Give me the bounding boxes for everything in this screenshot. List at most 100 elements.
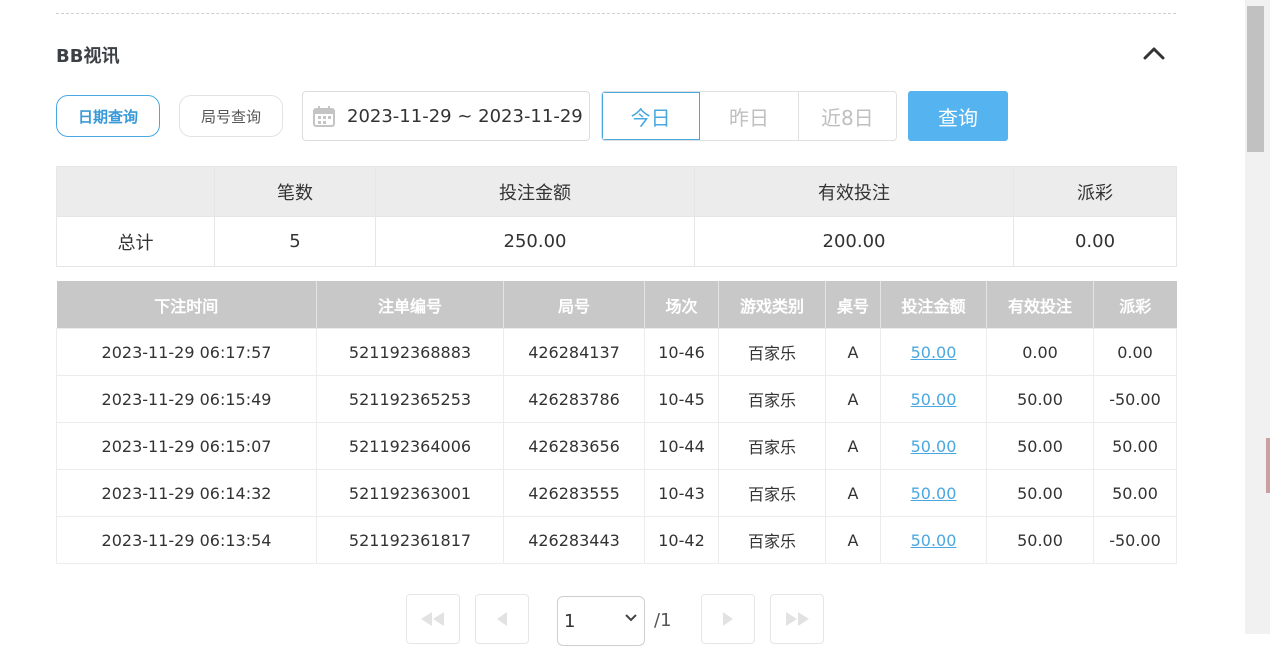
bet-round-id: 426283786 — [503, 375, 645, 423]
summary-bet: 250.00 — [375, 216, 695, 267]
bet-amount-cell: 50.00 — [880, 422, 987, 470]
bets-header: 注单编号 — [316, 281, 504, 329]
bet-table: A — [825, 516, 881, 564]
summary-header: 有效投注 — [694, 166, 1014, 217]
table-row: 2023-11-29 06:17:57 521192368883 4262841… — [56, 328, 1177, 376]
bets-header: 投注金额 — [880, 281, 987, 329]
bet-time: 2023-11-29 06:13:54 — [56, 516, 317, 564]
bet-payout: -50.00 — [1093, 516, 1177, 564]
quick-date-group: 今日 昨日 近8日 — [601, 91, 897, 141]
bet-payout: -50.00 — [1093, 375, 1177, 423]
summary-table: 笔数 投注金额 有效投注 派彩 总计 5 250.00 200.00 0.00 — [56, 166, 1177, 267]
bet-table: A — [825, 422, 881, 470]
summary-payout: 0.00 — [1013, 216, 1177, 267]
bet-game-type: 百家乐 — [718, 422, 826, 470]
bet-order-id: 521192361817 — [316, 516, 504, 564]
quick-today-button[interactable]: 今日 — [602, 92, 701, 140]
round-query-button[interactable]: 局号查询 — [179, 95, 283, 137]
query-button[interactable]: 查询 — [908, 91, 1008, 141]
bets-header: 有效投注 — [986, 281, 1094, 329]
date-range-input[interactable]: 2023-11-29 ~ 2023-11-29 — [302, 91, 590, 141]
bet-session: 10-43 — [644, 469, 719, 517]
bet-payout: 50.00 — [1093, 422, 1177, 470]
bet-order-id: 521192363001 — [316, 469, 504, 517]
bet-game-type: 百家乐 — [718, 516, 826, 564]
bets-header: 下注时间 — [56, 281, 317, 329]
double-chevron-right-icon — [786, 612, 809, 626]
prev-page-button[interactable] — [475, 594, 529, 644]
top-divider — [56, 13, 1176, 14]
bet-order-id: 521192364006 — [316, 422, 504, 470]
date-range-value: 2023-11-29 ~ 2023-11-29 — [347, 105, 583, 127]
chevron-left-icon — [497, 612, 507, 626]
bet-amount-cell: 50.00 — [880, 328, 987, 376]
table-row: 2023-11-29 06:13:54 521192361817 4262834… — [56, 516, 1177, 564]
summary-header-row: 笔数 投注金额 有效投注 派彩 — [56, 166, 1177, 217]
summary-total-row: 总计 5 250.00 200.00 0.00 — [56, 216, 1177, 267]
bet-valid: 50.00 — [986, 516, 1094, 564]
page-select[interactable]: 1 — [557, 596, 645, 646]
page-total: /1 — [654, 610, 672, 631]
summary-header: 派彩 — [1013, 166, 1177, 217]
bet-amount-cell: 50.00 — [880, 375, 987, 423]
first-page-button[interactable] — [406, 594, 460, 644]
bet-payout: 0.00 — [1093, 328, 1177, 376]
chevron-down-icon — [625, 614, 637, 622]
quick-last8-button[interactable]: 近8日 — [799, 92, 896, 140]
bet-amount-link[interactable]: 50.00 — [911, 390, 957, 409]
bet-session: 10-45 — [644, 375, 719, 423]
bet-payout: 50.00 — [1093, 469, 1177, 517]
summary-header: 投注金额 — [375, 166, 695, 217]
bets-header: 局号 — [503, 281, 645, 329]
bet-order-id: 521192365253 — [316, 375, 504, 423]
bet-table: A — [825, 375, 881, 423]
bet-amount-link[interactable]: 50.00 — [911, 343, 957, 362]
double-chevron-left-icon — [421, 612, 444, 626]
bet-game-type: 百家乐 — [718, 375, 826, 423]
bet-amount-cell: 50.00 — [880, 469, 987, 517]
edge-strip — [1266, 438, 1270, 493]
bet-round-id: 426283443 — [503, 516, 645, 564]
bets-header: 场次 — [644, 281, 719, 329]
chevron-right-icon — [723, 612, 733, 626]
table-row: 2023-11-29 06:15:07 521192364006 4262836… — [56, 422, 1177, 470]
bet-amount-link[interactable]: 50.00 — [911, 531, 957, 550]
summary-label: 总计 — [56, 216, 215, 267]
last-page-button[interactable] — [770, 594, 824, 644]
table-row: 2023-11-29 06:14:32 521192363001 4262835… — [56, 469, 1177, 517]
calendar-icon — [313, 106, 335, 127]
bet-round-id: 426283555 — [503, 469, 645, 517]
bet-amount-cell: 50.00 — [880, 516, 987, 564]
bets-table: 下注时间 注单编号 局号 场次 游戏类别 桌号 投注金额 有效投注 派彩 202… — [56, 281, 1177, 564]
bet-session: 10-46 — [644, 328, 719, 376]
date-query-button[interactable]: 日期查询 — [56, 95, 160, 137]
summary-count: 5 — [214, 216, 376, 267]
bet-time: 2023-11-29 06:14:32 — [56, 469, 317, 517]
summary-header: 笔数 — [214, 166, 376, 217]
bet-amount-link[interactable]: 50.00 — [911, 437, 957, 456]
bet-time: 2023-11-29 06:15:07 — [56, 422, 317, 470]
bet-round-id: 426283656 — [503, 422, 645, 470]
bet-order-id: 521192368883 — [316, 328, 504, 376]
summary-header — [56, 166, 215, 217]
bets-header: 桌号 — [825, 281, 881, 329]
bet-table: A — [825, 469, 881, 517]
bet-session: 10-44 — [644, 422, 719, 470]
bet-amount-link[interactable]: 50.00 — [911, 484, 957, 503]
bet-valid: 50.00 — [986, 375, 1094, 423]
bet-round-id: 426284137 — [503, 328, 645, 376]
next-page-button[interactable] — [701, 594, 755, 644]
bets-header-row: 下注时间 注单编号 局号 场次 游戏类别 桌号 投注金额 有效投注 派彩 — [56, 281, 1177, 329]
quick-yesterday-button[interactable]: 昨日 — [700, 92, 799, 140]
section-title: BB视讯 — [56, 46, 120, 67]
bet-game-type: 百家乐 — [718, 469, 826, 517]
bets-header: 派彩 — [1093, 281, 1177, 329]
chevron-up-icon[interactable] — [1142, 44, 1166, 62]
bet-valid: 50.00 — [986, 422, 1094, 470]
table-row: 2023-11-29 06:15:49 521192365253 4262837… — [56, 375, 1177, 423]
page-select-value: 1 — [564, 610, 576, 632]
bet-time: 2023-11-29 06:15:49 — [56, 375, 317, 423]
bet-valid: 0.00 — [986, 328, 1094, 376]
scrollbar-thumb[interactable] — [1247, 6, 1264, 152]
bet-time: 2023-11-29 06:17:57 — [56, 328, 317, 376]
